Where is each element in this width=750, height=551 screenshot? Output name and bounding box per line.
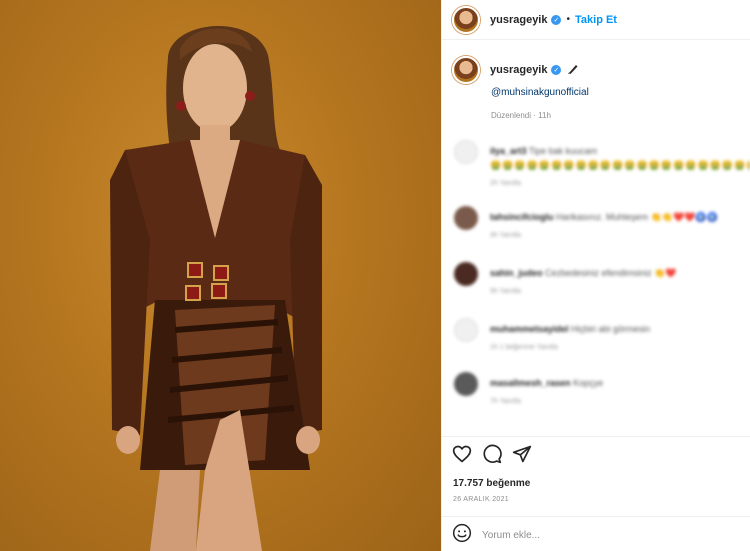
commenter-avatar[interactable]	[454, 262, 478, 286]
comment-body: Kopçye	[573, 378, 604, 388]
comment-text: masallmesh_rasen Kopçye	[490, 378, 603, 388]
post-header: yusrageyik ✓ • Takip Et	[442, 0, 750, 40]
commenter-avatar[interactable]	[454, 140, 478, 164]
author-avatar[interactable]	[452, 5, 480, 34]
share-icon[interactable]	[512, 444, 532, 464]
post-side-panel: yusrageyik ✓ • Takip Et yusrageyik ✓ @mu…	[441, 0, 750, 551]
comment-item: ilya_art3 Tipe bak kuucam 🤮🤮🤮🤮🤮🤮🤮🤮🤮🤮🤮🤮🤮🤮…	[454, 140, 750, 190]
emoji-icon[interactable]	[452, 523, 472, 548]
commenter-avatar[interactable]	[454, 318, 478, 342]
verified-badge-icon: ✓	[551, 14, 562, 25]
comment-emojis: 👏👏❤️❤️🧿🧿	[650, 212, 718, 222]
caption-author-avatar[interactable]	[452, 56, 480, 84]
commenter-username[interactable]: sahin_judeo	[490, 268, 543, 278]
model-illustration	[110, 25, 322, 551]
comment-text: sahin_judeo Cezbedesiniz efendimsiniz 👏❤…	[490, 268, 677, 279]
comment-meta: 2h Yanıtla	[490, 180, 521, 187]
divider	[442, 516, 750, 517]
caption-mention-link[interactable]: @muhsinakgunofficial	[491, 87, 589, 98]
comment-item: sahin_judeo Cezbedesiniz efendimsiniz 👏❤…	[454, 262, 744, 302]
follow-button[interactable]: Takip Et	[575, 14, 617, 26]
post-actions	[452, 444, 532, 464]
caption-author-username[interactable]: yusrageyik	[490, 64, 547, 76]
verified-badge-icon: ✓	[551, 65, 562, 75]
likes-count[interactable]: 17.757 beğenme	[453, 478, 530, 489]
comment-body: Harikasınız. Muhteşem	[556, 212, 649, 222]
comment-item: tahsincifcioglu Harikasınız. Muhteşem 👏👏…	[454, 206, 744, 246]
comment-item: muhammetsayidel Hiçbiri abi görmesin 1h …	[454, 318, 744, 358]
comment-text: tahsincifcioglu Harikasınız. Muhteşem 👏👏…	[490, 212, 718, 223]
post-date: 26 ARALIK 2021	[453, 496, 509, 503]
commenter-username[interactable]: tahsincifcioglu	[490, 212, 554, 222]
divider	[442, 436, 750, 437]
comment-body: Tipe bak kuucam	[528, 146, 598, 156]
author-username[interactable]: yusrageyik	[490, 14, 547, 26]
comment-meta: 7h Yanıtla	[490, 398, 521, 405]
post-photo[interactable]	[0, 0, 441, 551]
comment-meta: 4h Yanıtla	[490, 232, 521, 239]
comment-body: Cezbedesiniz efendimsiniz	[545, 268, 652, 278]
heart-icon[interactable]	[452, 444, 472, 464]
comment-icon[interactable]	[482, 444, 502, 464]
comment-body: Hiçbiri abi görmesin	[571, 324, 651, 334]
commenter-avatar[interactable]	[454, 206, 478, 230]
comment-emojis: 👏❤️	[654, 268, 677, 278]
comment-emojis: 🤮🤮🤮🤮🤮🤮🤮🤮🤮🤮🤮🤮🤮🤮🤮🤮🤮🤮🤮🤮🤮🤮🤮🤮🤮	[490, 160, 750, 170]
commenter-username[interactable]: masallmesh_rasen	[490, 378, 571, 388]
add-comment-row	[442, 520, 750, 551]
pen-icon	[567, 63, 579, 78]
edited-timestamp: Düzenlendi · 11h	[491, 111, 551, 120]
comment-text: muhammetsayidel Hiçbiri abi görmesin	[490, 324, 650, 334]
commenter-username[interactable]: ilya_art3	[490, 146, 527, 156]
comment-text: ilya_art3 Tipe bak kuucam	[490, 146, 597, 156]
separator-dot: •	[566, 14, 570, 25]
comment-meta: 1h 1 beğenme Yanıtla	[490, 344, 558, 351]
commenter-username[interactable]: muhammetsayidel	[490, 324, 569, 334]
comment-input[interactable]	[482, 530, 702, 541]
caption-header: yusrageyik ✓	[452, 56, 742, 84]
comment-meta: 5h Yanıtla	[490, 288, 521, 295]
comments-list: ilya_art3 Tipe bak kuucam 🤮🤮🤮🤮🤮🤮🤮🤮🤮🤮🤮🤮🤮🤮…	[442, 130, 750, 435]
comment-item: masallmesh_rasen Kopçye 7h Yanıtla	[454, 372, 744, 412]
commenter-avatar[interactable]	[454, 372, 478, 396]
